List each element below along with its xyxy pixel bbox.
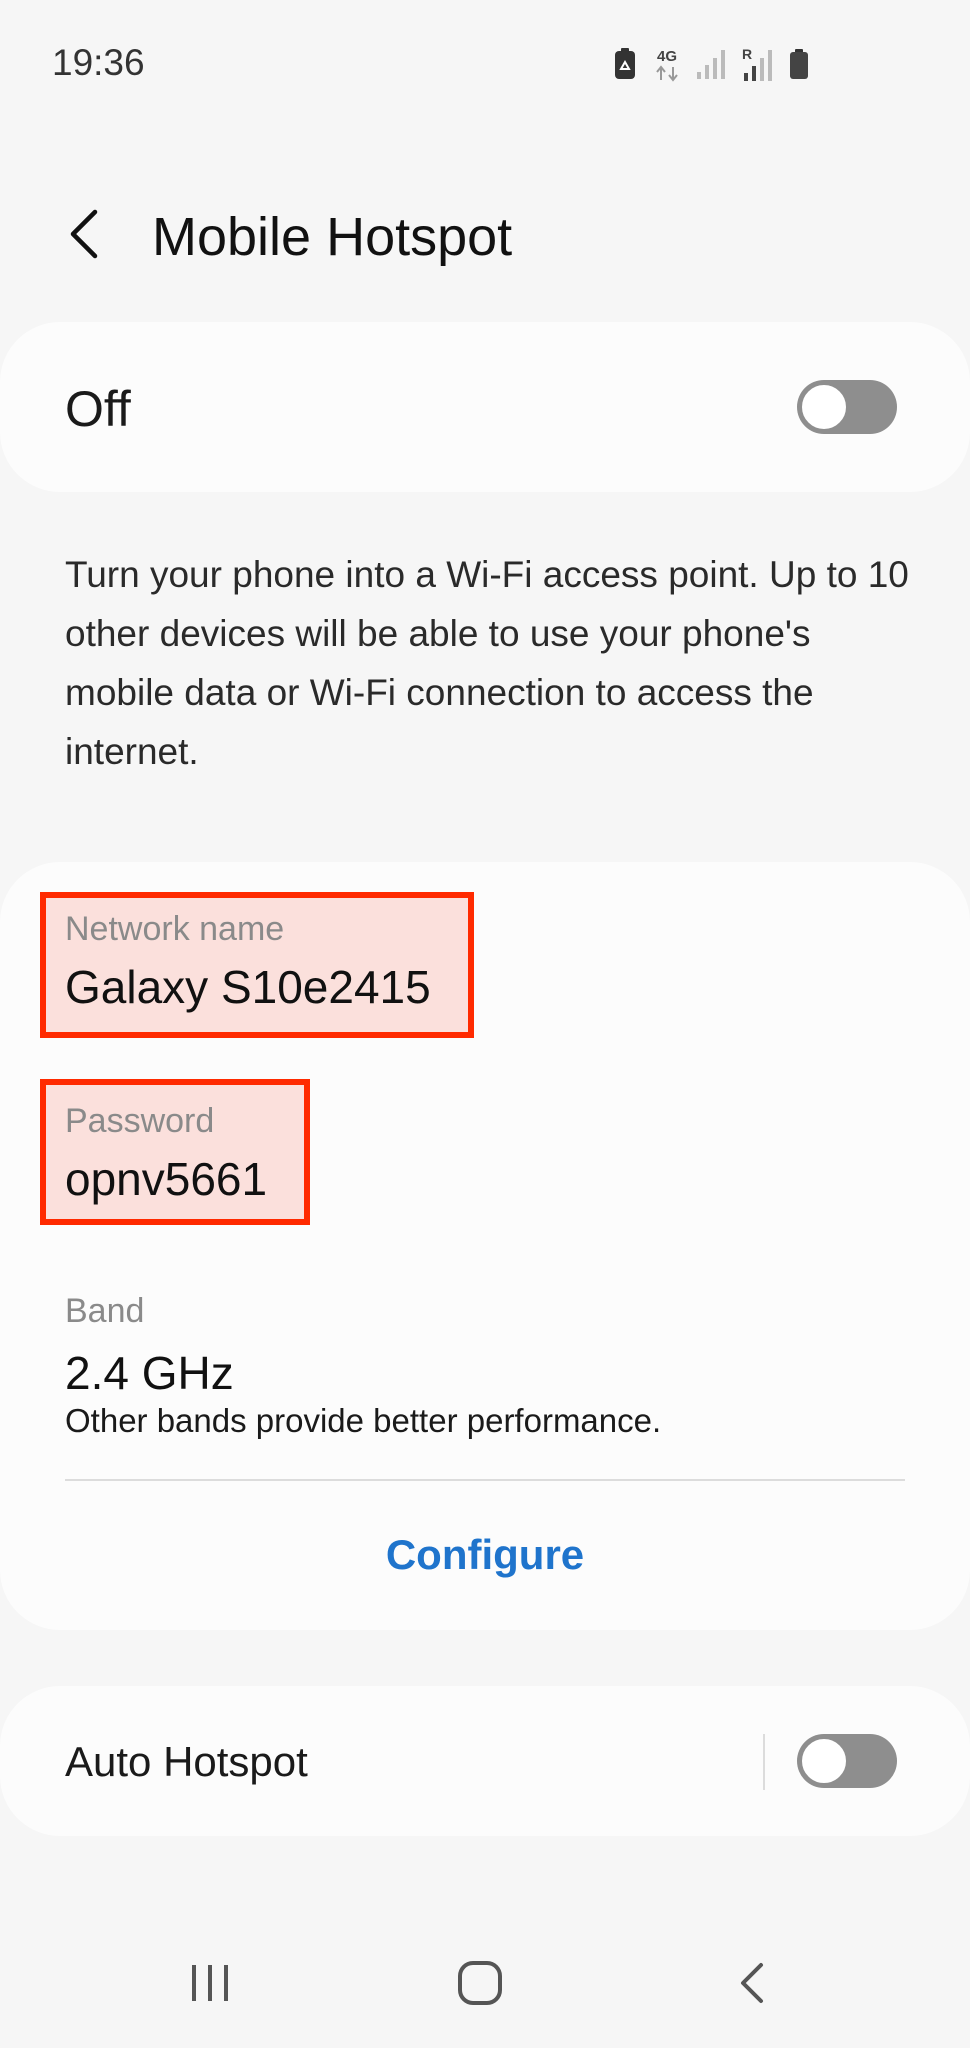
hotspot-master-switch-card[interactable]: Off (0, 322, 970, 492)
back-icon (737, 1961, 767, 2010)
network-name-value: Galaxy S10e2415 (65, 961, 431, 1013)
band-value: 2.4 GHz (65, 1347, 234, 1399)
band-note: Other bands provide better performance. (65, 1402, 662, 1439)
hotspot-toggle[interactable] (797, 380, 897, 434)
hotspot-description: Turn your phone into a Wi-Fi access poin… (65, 554, 909, 772)
back-button[interactable] (56, 208, 112, 264)
status-time: 19:36 (52, 42, 145, 83)
page-title: Mobile Hotspot (152, 207, 513, 267)
auto-hotspot-card[interactable]: Auto Hotspot (0, 1686, 970, 1836)
hotspot-state-label: Off (65, 381, 131, 437)
nav-back-button[interactable] (712, 1950, 792, 2020)
recents-icon (188, 1963, 232, 2008)
chevron-left-icon (67, 208, 101, 265)
band-label: Band (65, 1292, 145, 1330)
network-name-label: Network name (65, 910, 285, 948)
status-bar: 19:36 4G R (0, 0, 970, 130)
password-label: Password (65, 1102, 215, 1140)
4g-data-icon: 4G (652, 46, 682, 82)
auto-hotspot-toggle[interactable] (797, 1734, 897, 1788)
recents-button[interactable] (170, 1950, 250, 2020)
system-nav-bar (0, 1930, 970, 2048)
roaming-mark-text: R (742, 46, 752, 62)
toggle-knob (800, 1737, 848, 1785)
auto-hotspot-label: Auto Hotspot (65, 1738, 308, 1785)
home-icon (457, 1960, 503, 2011)
signal-icon (696, 48, 726, 80)
recycle-battery-icon (612, 47, 638, 81)
app-header: Mobile Hotspot (0, 190, 970, 280)
network-type-text: 4G (657, 48, 677, 65)
battery-icon (788, 48, 810, 80)
settings-divider (65, 1479, 905, 1481)
auto-hotspot-separator (763, 1734, 765, 1790)
toggle-knob (800, 383, 848, 431)
home-button[interactable] (440, 1950, 520, 2020)
status-icons: 4G R (612, 44, 810, 84)
password-value: opnv5661 (65, 1153, 268, 1205)
roaming-signal-icon: R (740, 46, 774, 82)
configure-button[interactable]: Configure (0, 1500, 970, 1610)
